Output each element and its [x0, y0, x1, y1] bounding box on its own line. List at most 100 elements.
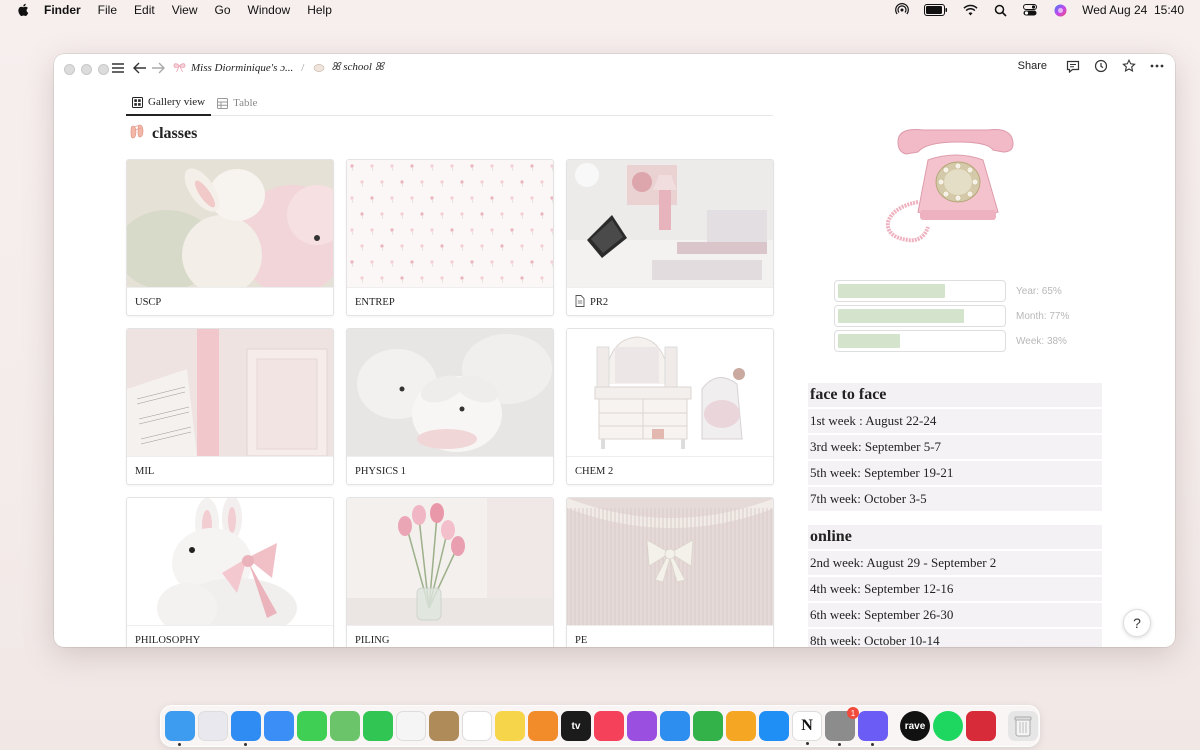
breadcrumb: Miss Diorminique's ɔ... / ꕤ school ꕤ [172, 61, 384, 74]
dock: tv N 1 rave [160, 705, 1040, 747]
tab-gallery-view[interactable]: Gallery view [126, 90, 212, 116]
share-button[interactable]: Share [1018, 60, 1047, 72]
card-title-pe: PE [575, 635, 588, 646]
progress-label: Year: 65% [1016, 285, 1062, 297]
gallery-card-entrep[interactable]: ENTREP [346, 159, 554, 316]
menu-edit[interactable]: Edit [134, 3, 155, 17]
dock-notes-icon[interactable] [495, 711, 525, 741]
airdrop-icon[interactable] [894, 3, 910, 17]
history-clock-icon[interactable] [1093, 59, 1109, 73]
dock-mail-icon[interactable] [264, 711, 294, 741]
card-cover-knit-bow [567, 498, 773, 625]
database-view-tabs: Gallery view Table [126, 90, 773, 116]
progress-row: Month: 77% [834, 305, 1069, 327]
traffic-lights [64, 64, 109, 75]
ballet-shoes-icon [130, 124, 146, 144]
dock-app-store-icon[interactable] [759, 711, 789, 741]
apple-icon[interactable] [16, 2, 30, 18]
card-cover-white-bunny [347, 329, 553, 456]
wifi-icon[interactable] [962, 3, 978, 17]
progress-tracker: Year: 65% Month: 77% Week: 38% [834, 280, 1069, 355]
dock-reminders-icon[interactable] [462, 711, 492, 741]
card-label: CHEM 2 [567, 456, 773, 484]
dock-spotify-icon[interactable] [933, 711, 963, 741]
card-title-philosophy: PHILOSOPHY [135, 635, 201, 646]
close-window-button[interactable] [64, 64, 75, 75]
dock-numbers-icon[interactable] [693, 711, 723, 741]
minimize-window-button[interactable] [81, 64, 92, 75]
running-indicator [871, 743, 874, 746]
menu-bar: Finder File Edit View Go Window Help Wed… [0, 0, 1200, 20]
dock-trash-icon[interactable] [1008, 711, 1038, 741]
dock-photo-booth-icon[interactable] [966, 711, 996, 741]
dock-messages-icon[interactable] [297, 711, 327, 741]
gallery-card-uscp[interactable]: USCP [126, 159, 334, 316]
card-title-pr2: PR2 [590, 297, 609, 308]
back-arrow-icon[interactable] [132, 60, 148, 76]
gallery-card-philosophy[interactable]: PHILOSOPHY [126, 497, 334, 647]
gallery-card-physics-1[interactable]: PHYSICS 1 [346, 328, 554, 485]
forward-arrow-icon[interactable] [150, 60, 166, 76]
menu-app-name[interactable]: Finder [44, 3, 81, 17]
dock-photos-icon[interactable] [396, 711, 426, 741]
online-schedule: online 2nd week: August 29 - September 2… [808, 525, 1102, 647]
menu-view[interactable]: View [172, 3, 198, 17]
comment-icon[interactable] [1065, 59, 1081, 73]
card-label: PILING [347, 625, 553, 647]
schedule-item: 8th week: October 10-14 [808, 629, 1102, 647]
breadcrumb-item-dashboard[interactable]: Miss Diorminique's ɔ... [191, 62, 293, 74]
dock-rave-icon[interactable]: rave [900, 711, 930, 741]
dock-launchpad-icon[interactable] [198, 711, 228, 741]
dock-keynote-icon[interactable] [660, 711, 690, 741]
dock-safari-icon[interactable] [231, 711, 261, 746]
dock-maps-icon[interactable] [330, 711, 360, 741]
menubar-clock[interactable]: Wed Aug 24 15:40 [1082, 3, 1184, 17]
schedule-item: 1st week : August 22-24 [808, 409, 1102, 433]
zoom-window-button[interactable] [98, 64, 109, 75]
dock-messenger-icon[interactable] [858, 711, 888, 746]
gallery-card-chem-2[interactable]: CHEM 2 [566, 328, 774, 485]
card-cover-tulips [347, 498, 553, 625]
tab-table-view[interactable]: Table [211, 90, 263, 116]
card-label: PHYSICS 1 [347, 456, 553, 484]
menu-go[interactable]: Go [215, 3, 231, 17]
dock-music-icon[interactable] [594, 711, 624, 741]
progress-bar-fill [838, 334, 900, 348]
running-indicator [178, 743, 181, 746]
siri-icon[interactable] [1052, 3, 1068, 17]
help-button[interactable]: ? [1123, 609, 1151, 637]
dock-facetime-icon[interactable] [363, 711, 393, 741]
battery-icon[interactable] [924, 3, 948, 17]
progress-row: Year: 65% [834, 280, 1069, 302]
favorite-star-icon[interactable] [1121, 59, 1137, 73]
card-label: PR2 [567, 287, 773, 315]
card-label: PE [567, 625, 773, 647]
spotlight-search-icon[interactable] [992, 3, 1008, 17]
dock-finder-icon[interactable] [165, 711, 195, 746]
window-titlebar: Miss Diorminique's ɔ... / ꕤ school ꕤ Sha… [54, 54, 1175, 82]
menu-help[interactable]: Help [307, 3, 332, 17]
progress-label: Week: 38% [1016, 335, 1067, 347]
breadcrumb-item-school[interactable]: ꕤ school ꕤ [331, 61, 384, 74]
gallery-card-piling[interactable]: PILING [346, 497, 554, 647]
gallery-card-pr2[interactable]: PR2 [566, 159, 774, 316]
dock-books-icon[interactable] [528, 711, 558, 741]
control-center-icon[interactable] [1022, 3, 1038, 17]
dock-contacts-icon[interactable] [429, 711, 459, 741]
card-label: ENTREP [347, 287, 553, 315]
topbar-actions: Share [1018, 59, 1165, 73]
gallery-grid-icon [132, 96, 143, 108]
menu-file[interactable]: File [98, 3, 117, 17]
gallery-card-mil[interactable]: MIL [126, 328, 334, 485]
dock-notion-icon[interactable]: N [792, 711, 822, 745]
gallery-card-pe[interactable]: PE [566, 497, 774, 647]
sidebar-menu-icon[interactable] [110, 60, 126, 76]
dock-podcasts-icon[interactable] [627, 711, 657, 741]
dock-system-preferences-icon[interactable]: 1 [825, 707, 859, 746]
more-options-icon[interactable] [1149, 59, 1165, 73]
face-to-face-schedule: face to face 1st week : August 22-24 3rd… [808, 383, 1102, 513]
dock-pages-icon[interactable] [726, 711, 756, 741]
notion-window: Miss Diorminique's ɔ... / ꕤ school ꕤ Sha… [54, 54, 1175, 647]
dock-tv-icon[interactable]: tv [561, 711, 591, 741]
menu-window[interactable]: Window [248, 3, 291, 17]
